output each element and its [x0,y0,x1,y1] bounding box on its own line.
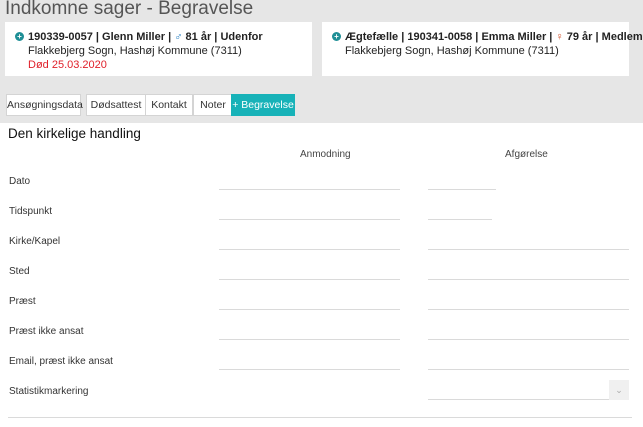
field-label-dato: Dato [9,176,31,187]
field-label-statistikmarkering: Statistikmarkering [9,386,89,397]
tab-noter[interactable]: Noter [193,94,233,116]
deceased-card: +190339-0057 | Glenn Miller | ♂ 81 år | … [5,22,312,76]
deceased-name: Glenn Miller [102,31,166,43]
tab-ansogningsdata[interactable]: Ansøgningsdata [6,94,83,116]
male-icon: ♂ [174,31,183,43]
female-icon: ♀ [555,31,564,43]
spouse-summary: + Ægtefælle | 190341-0058 | Emma Miller |… [332,30,643,44]
page-title: Indkomne sager - Begravelse [5,0,254,19]
field-label-email: Email, præst ikke ansat [9,356,113,367]
divider [8,417,632,418]
field-label-praest: Præst [9,296,36,307]
spouse-card: + Ægtefælle | 190341-0058 | Emma Miller |… [322,22,643,76]
deceased-cpr: 190339-0057 [28,31,93,43]
spouse-cpr: 190341-0058 [407,31,473,43]
decision-sted-input[interactable] [428,279,629,280]
decision-praest-input[interactable] [428,309,629,310]
tab-begravelse[interactable]: + Begravelse [231,94,295,116]
deceased-age: 81 år [185,31,212,43]
deceased-location: Flakkebjerg Sogn, Hashøj Kommune (7311) [28,45,242,57]
column-header-decision: Afgørelse [505,149,548,160]
death-date: Død 25.03.2020 [28,59,107,71]
field-label-praest-ikke-ansat: Præst ikke ansat [9,326,84,337]
tab-kontakt[interactable]: Kontakt [145,94,193,116]
field-label-sted: Sted [9,266,30,277]
request-sted-input[interactable] [219,279,400,280]
request-tidspunkt-input[interactable] [219,219,400,220]
spouse-location: Flakkebjerg Sogn, Hashøj Kommune (7311) [345,45,559,57]
spouse-name: Emma Miller [481,31,547,43]
section-title: Den kirkelige handling [8,126,141,141]
spouse-age: 79 år [566,31,593,43]
request-email-input[interactable] [219,369,400,370]
tab-dodsattest[interactable]: Dødsattest [86,94,146,116]
expand-plus-icon[interactable]: + [15,32,24,41]
request-praest-ikke-ansat-input[interactable] [219,339,400,340]
decision-email-input[interactable] [428,369,629,370]
decision-kirke-input[interactable] [428,249,629,250]
statistikmarkering-select[interactable]: ⌄ [428,380,629,400]
request-dato-input[interactable] [219,189,400,190]
decision-tidspunkt-input[interactable] [428,219,492,220]
expand-plus-icon[interactable]: + [332,32,341,41]
decision-dato-input[interactable] [428,189,496,190]
deceased-status: Udenfor [220,31,263,43]
field-label-kirke: Kirke/Kapel [9,236,61,247]
deceased-summary: +190339-0057 | Glenn Miller | ♂ 81 år | … [15,30,302,44]
request-kirke-input[interactable] [219,249,400,250]
request-praest-input[interactable] [219,309,400,310]
field-label-tidspunkt: Tidspunkt [9,206,52,217]
decision-praest-ikke-ansat-input[interactable] [428,339,629,340]
spouse-relation: Ægtefælle [345,31,399,43]
chevron-down-icon[interactable]: ⌄ [609,380,629,400]
burial-form: Den kirkelige handling Anmodning Afgørel… [0,123,643,427]
spouse-status: Medlem [601,31,643,43]
column-header-request: Anmodning [300,149,351,160]
